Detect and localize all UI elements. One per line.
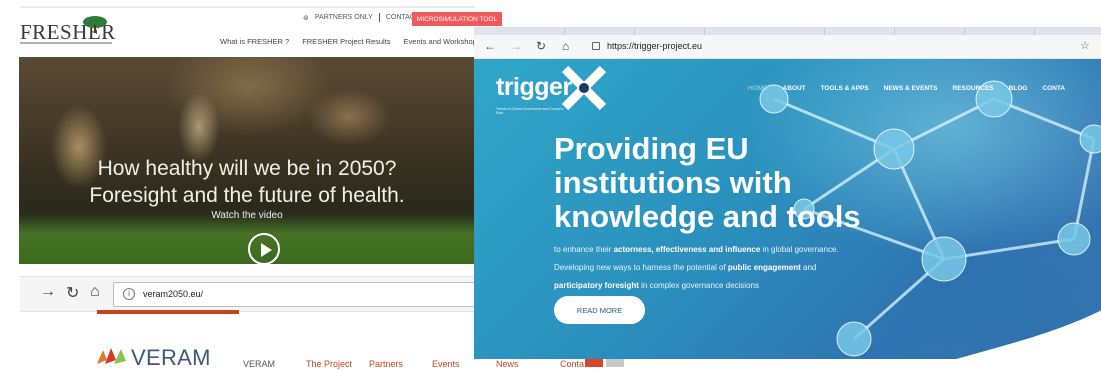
fresher-website-screenshot: FRESHER ⊛ PARTNERS ONLY CONTACT MICROSIM… (0, 0, 502, 265)
wave-decoration (956, 310, 1101, 359)
hero-title-line-2: Foresight and the future of health. (89, 184, 405, 207)
nav-blog[interactable]: BLOG (1009, 85, 1028, 92)
menu-events[interactable]: Events (432, 359, 460, 369)
nav-project-results[interactable]: FRESHER Project Results (302, 37, 390, 46)
browser-tab[interactable] (1034, 28, 1035, 35)
browser-tab[interactable] (964, 28, 965, 35)
nav-resources[interactable]: RESOURCES (952, 85, 993, 92)
partners-only-link[interactable]: PARTNERS ONLY (315, 14, 373, 21)
menu-contact[interactable]: Conta (560, 359, 584, 369)
text-segment: and (800, 263, 817, 272)
lock-icon (592, 42, 600, 50)
veram-logo-mark-icon (97, 348, 126, 364)
logo-underline (20, 42, 112, 44)
nav-news-events[interactable]: NEWS & EVENTS (884, 85, 938, 92)
text-segment: in complex governance decisions (638, 281, 759, 290)
divider (378, 13, 380, 22)
nav-what-is-fresher[interactable]: What is FRESHER ? (220, 37, 289, 46)
trigger-x-logo-icon (561, 65, 607, 111)
refresh-icon[interactable]: ↻ (66, 283, 79, 303)
text-segment-bold: public engagement (727, 263, 801, 272)
utility-links: ⊛ PARTNERS ONLY CONTACT (303, 13, 419, 22)
info-icon: i (123, 288, 135, 300)
trigger-main-nav: HOME ABOUT TOOLS & APPS NEWS & EVENTS RE… (748, 85, 1065, 92)
browser-tab[interactable] (704, 28, 705, 35)
nav-tools-apps[interactable]: TOOLS & APPS (821, 85, 869, 92)
hero-title-line-1: How healthy will we be in 2050? (97, 157, 397, 180)
home-icon[interactable]: ⌂ (90, 283, 100, 301)
menu-partners[interactable]: Partners (369, 359, 403, 369)
veram-logo[interactable]: VERAM (131, 345, 211, 371)
tree-logo-icon (83, 16, 107, 33)
address-bar[interactable]: i veram2050.eu/ (113, 282, 483, 307)
browser-tab[interactable] (894, 28, 895, 35)
play-icon[interactable] (248, 233, 280, 264)
refresh-icon[interactable]: ↻ (536, 39, 546, 53)
address-url[interactable]: veram2050.eu/ (143, 289, 203, 299)
nav-home[interactable]: HOME (748, 85, 768, 92)
back-arrow-icon[interactable]: → (40, 283, 56, 301)
headline-line-1: Providing EU (554, 131, 749, 166)
lock-icon: ⊛ (303, 14, 309, 22)
read-more-button[interactable]: READ MORE (554, 296, 645, 324)
hero-headline: Providing EU institutions with knowledge… (554, 132, 934, 234)
browser-url-bar: ← → ↻ ⌂ https://trigger-project.eu ☆ (474, 35, 1101, 59)
nav-contact[interactable]: CONTA (1042, 85, 1065, 92)
accent-bar (97, 310, 239, 314)
browser-tab[interactable] (634, 28, 635, 35)
forward-arrow-icon[interactable]: → (510, 39, 522, 53)
menu-news[interactable]: News (496, 359, 519, 369)
trigger-hero: trigger Trends in Global Governance and … (474, 59, 1101, 359)
menu-the-project[interactable]: The Project (306, 359, 352, 369)
nav-events-workshops[interactable]: Events and Workshops (404, 37, 481, 46)
grass-foreground (19, 214, 475, 264)
headline-line-3: knowledge and tools (554, 199, 861, 234)
hero-description: to enhance their actorness, effectivenes… (554, 241, 854, 295)
top-divider (20, 6, 475, 8)
browser-tab[interactable] (564, 28, 565, 35)
menu-veram[interactable]: VERAM (243, 359, 275, 369)
trigger-tagline: Trends in Global Governance and Europe's… (496, 107, 564, 115)
text-segment-bold: participatory foresight (554, 281, 639, 290)
address-url[interactable]: https://trigger-project.eu (607, 41, 702, 51)
watch-video-label[interactable]: Watch the video (19, 210, 475, 221)
back-arrow-icon[interactable]: ← (484, 39, 496, 53)
veram-website-screenshot: → ↻ ⌂ i veram2050.eu/ VERAM VERAM The Pr… (0, 265, 624, 370)
favorite-star-icon[interactable]: ☆ (1080, 39, 1090, 52)
nav-about[interactable]: ABOUT (783, 85, 806, 92)
text-segment-bold: actorness, effectiveness and influence (613, 245, 761, 254)
headline-line-2: institutions with (554, 165, 792, 200)
microsimulation-tool-button[interactable]: MICROSIMULATION TOOL (412, 12, 502, 26)
home-icon[interactable]: ⌂ (562, 39, 569, 53)
fresher-main-nav: What is FRESHER ? FRESHER Project Result… (220, 37, 481, 46)
browser-tab[interactable] (824, 28, 825, 35)
fresher-hero-video[interactable]: How healthy will we be in 2050? Foresigh… (19, 57, 475, 264)
trigger-website-screenshot: ← → ↻ ⌂ https://trigger-project.eu ☆ tri… (474, 27, 1101, 359)
browser-tab-strip (474, 27, 1101, 35)
text-segment: to enhance their (554, 245, 614, 254)
